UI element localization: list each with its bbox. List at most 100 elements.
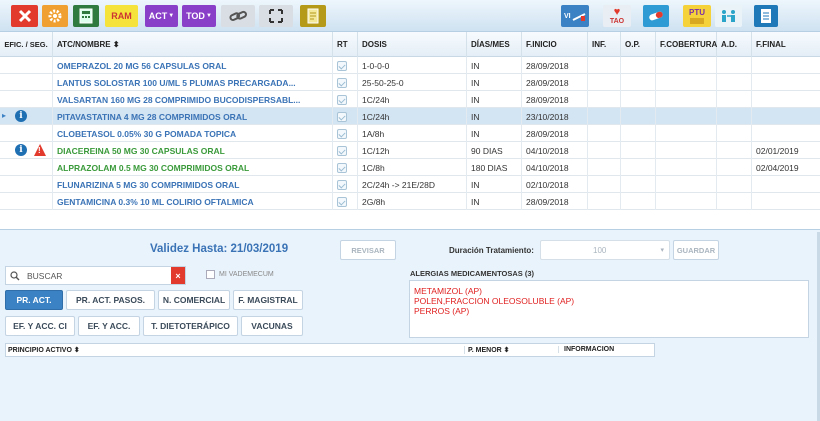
search-field[interactable]: BUSCAR × bbox=[5, 266, 186, 285]
table-row[interactable]: OMEPRAZOL 20 MG 56 CAPSULAS ORAL 1-0-0-0 I… bbox=[0, 57, 820, 74]
dias-cell[interactable]: IN bbox=[467, 176, 522, 193]
info-icon[interactable]: i bbox=[15, 144, 27, 156]
col-atc-nombre[interactable]: ATC/NOMBRE ⬍ bbox=[53, 32, 333, 57]
close-button[interactable] bbox=[11, 5, 38, 27]
dias-cell[interactable]: IN bbox=[467, 91, 522, 108]
drug-name-cell[interactable]: CLOBETASOL 0.05% 30 G POMADA TOPICA bbox=[53, 125, 333, 142]
ad-cell[interactable] bbox=[717, 57, 752, 74]
rt-checkbox[interactable] bbox=[337, 94, 347, 105]
op-cell[interactable] bbox=[621, 91, 656, 108]
ptu-button[interactable]: PTU bbox=[683, 5, 711, 27]
document-button[interactable] bbox=[300, 5, 326, 27]
final-cell[interactable] bbox=[752, 74, 820, 91]
inicio-cell[interactable]: 28/09/2018 bbox=[522, 57, 588, 74]
filter-ef-acc-ci[interactable]: EF. Y ACC. CI bbox=[5, 316, 75, 336]
final-cell[interactable] bbox=[752, 176, 820, 193]
inf-cell[interactable] bbox=[588, 125, 621, 142]
col-op[interactable]: O.P. bbox=[621, 32, 656, 57]
dosis-cell[interactable]: 1C/24h bbox=[358, 108, 467, 125]
dias-cell[interactable]: IN bbox=[467, 125, 522, 142]
rt-cell[interactable] bbox=[333, 57, 358, 74]
drug-name-cell[interactable]: PITAVASTATINA 4 MG 28 COMPRIMIDOS ORAL bbox=[53, 108, 333, 125]
table-row[interactable]: ALPRAZOLAM 0.5 MG 30 COMPRIMIDOS ORAL 1C/… bbox=[0, 159, 820, 176]
inf-cell[interactable] bbox=[588, 193, 621, 210]
filter-pr-act[interactable]: PR. ACT. bbox=[5, 290, 63, 310]
rt-checkbox[interactable] bbox=[337, 77, 347, 88]
ad-cell[interactable] bbox=[717, 91, 752, 108]
dosis-cell[interactable]: 2C/24h -> 21E/28D bbox=[358, 176, 467, 193]
op-cell[interactable] bbox=[621, 57, 656, 74]
col-ad[interactable]: A.D. bbox=[717, 32, 752, 57]
guardar-button[interactable]: GUARDAR bbox=[673, 240, 719, 260]
table-row[interactable]: i! DIACEREINA 50 MG 30 CAPSULAS ORAL 1C/12… bbox=[0, 142, 820, 159]
dias-cell[interactable]: IN bbox=[467, 74, 522, 91]
vi-button[interactable]: VI bbox=[561, 5, 589, 27]
col-f-inicio[interactable]: F.INICIO bbox=[522, 32, 588, 57]
filter-t-dietoterapico[interactable]: T. DIETOTERÁPICO bbox=[143, 316, 238, 336]
filter-ef-acc[interactable]: EF. Y ACC. bbox=[78, 316, 140, 336]
op-cell[interactable] bbox=[621, 142, 656, 159]
inf-cell[interactable] bbox=[588, 142, 621, 159]
final-cell[interactable] bbox=[752, 125, 820, 142]
final-cell[interactable] bbox=[752, 57, 820, 74]
table-row[interactable]: ▸ i PITAVASTATINA 4 MG 28 COMPRIMIDOS ORAL… bbox=[0, 108, 820, 125]
link-button[interactable] bbox=[221, 5, 255, 27]
ad-cell[interactable] bbox=[717, 142, 752, 159]
final-cell[interactable]: 02/04/2019 bbox=[752, 159, 820, 176]
inicio-cell[interactable]: 28/09/2018 bbox=[522, 125, 588, 142]
rt-checkbox[interactable] bbox=[337, 162, 347, 173]
inicio-cell[interactable]: 28/09/2018 bbox=[522, 74, 588, 91]
drug-name-cell[interactable]: DIACEREINA 50 MG 30 CAPSULAS ORAL bbox=[53, 142, 333, 159]
drug-name-cell[interactable]: OMEPRAZOL 20 MG 56 CAPSULAS ORAL bbox=[53, 57, 333, 74]
final-cell[interactable]: 02/01/2019 bbox=[752, 142, 820, 159]
drug-name-cell[interactable]: FLUNARIZINA 5 MG 30 COMPRIMIDOS ORAL bbox=[53, 176, 333, 193]
rt-checkbox[interactable] bbox=[337, 179, 347, 190]
col-efic-seg[interactable]: EFIC. / SEG. bbox=[0, 32, 53, 57]
rt-checkbox[interactable] bbox=[337, 128, 347, 139]
col-dosis[interactable]: DOSIS bbox=[358, 32, 467, 57]
rt-checkbox[interactable] bbox=[337, 145, 347, 156]
col-principio-activo[interactable]: PRINCIPIO ACTIVO ⬍ bbox=[8, 346, 80, 354]
rt-checkbox[interactable] bbox=[337, 60, 347, 71]
dias-cell[interactable]: 180 DIAS bbox=[467, 159, 522, 176]
col-informacion[interactable]: INFORMACION bbox=[558, 346, 614, 353]
inf-cell[interactable] bbox=[588, 108, 621, 125]
op-cell[interactable] bbox=[621, 125, 656, 142]
rt-cell[interactable] bbox=[333, 142, 358, 159]
table-row[interactable]: VALSARTAN 160 MG 28 COMPRIMIDO BUCODISPE… bbox=[0, 91, 820, 108]
filter-f-magistral[interactable]: F. MAGISTRAL bbox=[233, 290, 303, 310]
inicio-cell[interactable]: 28/09/2018 bbox=[522, 91, 588, 108]
dosis-cell[interactable]: 1C/12h bbox=[358, 142, 467, 159]
inf-cell[interactable] bbox=[588, 57, 621, 74]
info-icon[interactable]: i bbox=[15, 110, 27, 122]
calculator-button[interactable] bbox=[73, 5, 99, 27]
op-cell[interactable] bbox=[621, 193, 656, 210]
op-cell[interactable] bbox=[621, 108, 656, 125]
clear-search-button[interactable]: × bbox=[171, 267, 185, 284]
inf-cell[interactable] bbox=[588, 159, 621, 176]
cobertura-cell[interactable] bbox=[656, 91, 717, 108]
ad-cell[interactable] bbox=[717, 74, 752, 91]
col-f-final[interactable]: F.FINAL bbox=[752, 32, 820, 57]
drug-name-cell[interactable]: VALSARTAN 160 MG 28 COMPRIMIDO BUCODISPE… bbox=[53, 91, 333, 108]
settings-button[interactable] bbox=[42, 5, 68, 27]
dosis-cell[interactable]: 1A/8h bbox=[358, 125, 467, 142]
inicio-cell[interactable]: 28/09/2018 bbox=[522, 193, 588, 210]
people-button[interactable] bbox=[715, 5, 742, 27]
act-button[interactable]: ACT ▼ bbox=[145, 5, 178, 27]
col-p-menor[interactable]: P. MENOR ⬍ bbox=[464, 346, 510, 354]
ad-cell[interactable] bbox=[717, 108, 752, 125]
table-row[interactable]: LANTUS SOLOSTAR 100 U/ML 5 PLUMAS PRECAR… bbox=[0, 74, 820, 91]
inicio-cell[interactable]: 04/10/2018 bbox=[522, 142, 588, 159]
rt-cell[interactable] bbox=[333, 193, 358, 210]
rt-cell[interactable] bbox=[333, 91, 358, 108]
final-cell[interactable] bbox=[752, 193, 820, 210]
rt-cell[interactable] bbox=[333, 74, 358, 91]
warning-icon[interactable]: ! bbox=[34, 144, 46, 156]
filter-n-comercial[interactable]: N. COMERCIAL bbox=[158, 290, 230, 310]
cobertura-cell[interactable] bbox=[656, 176, 717, 193]
filter-pr-act-pasos[interactable]: PR. ACT. PASOS. bbox=[66, 290, 155, 310]
col-dias-mes[interactable]: DÍAS/MES bbox=[467, 32, 522, 57]
inf-cell[interactable] bbox=[588, 74, 621, 91]
col-f-cobertura[interactable]: F.COBERTURA bbox=[656, 32, 717, 57]
